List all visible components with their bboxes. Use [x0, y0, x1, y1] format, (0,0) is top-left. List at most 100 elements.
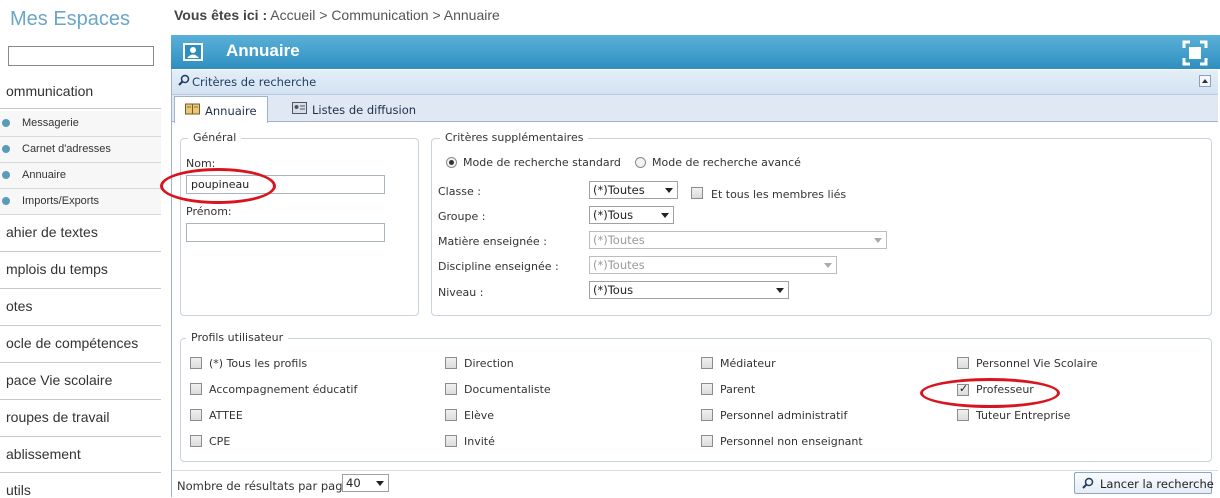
nom-input[interactable]: poupineau: [186, 175, 385, 194]
extra-criteria-legend: Critères supplémentaires: [440, 131, 589, 144]
sidebar-subitem-label: Annuaire: [22, 169, 67, 181]
profile-label: Direction: [464, 357, 514, 370]
niveau-select[interactable]: (*)Tous: [589, 281, 789, 299]
collapse-button[interactable]: [1199, 75, 1211, 87]
sidebar-item-groupes[interactable]: roupes de travail: [0, 400, 161, 437]
mode-avance-label: Mode de recherche avancé: [652, 156, 801, 169]
profile-checkbox-documentaliste[interactable]: [445, 383, 457, 395]
nom-label: Nom:: [186, 157, 216, 170]
profile-checkbox-direction[interactable]: [445, 357, 457, 369]
matiere-select[interactable]: (*)Toutes: [589, 231, 887, 249]
sidebar-item-label: utils: [6, 482, 31, 497]
sidebar-item-emplois[interactable]: mplois du temps: [0, 252, 161, 289]
profile-checkbox-eleve[interactable]: [445, 409, 457, 421]
profile-label: Tuteur Entreprise: [976, 409, 1071, 422]
profile-checkbox-attee[interactable]: [190, 409, 202, 421]
all-members-checkbox[interactable]: [691, 187, 703, 199]
groupe-select-value: (*)Tous: [593, 208, 634, 222]
launch-search-button[interactable]: Lancer la recherche: [1074, 472, 1214, 494]
profile-label: Personnel Vie Scolaire: [976, 357, 1098, 370]
bullet-icon: [2, 197, 10, 205]
sidebar: Mes Espaces ommunication Messagerie Carn…: [0, 0, 163, 497]
sidebar-subitem-imports[interactable]: Imports/Exports: [0, 189, 161, 215]
profile-checkbox-vie-scolaire[interactable]: [957, 357, 969, 369]
tab-listes-diffusion[interactable]: Listes de diffusion: [282, 96, 416, 122]
sidebar-item-etablissement[interactable]: ablissement: [0, 437, 161, 473]
sidebar-item-label: ocle de compétences: [6, 335, 139, 351]
sidebar-item-outils[interactable]: utils: [0, 473, 161, 497]
niveau-label: Niveau :: [438, 286, 484, 299]
sidebar-item-notes[interactable]: otes: [0, 289, 161, 326]
mode-standard-label: Mode de recherche standard: [463, 156, 621, 169]
dropdown-arrow-icon: [661, 213, 669, 218]
profile-checkbox-cpe[interactable]: [190, 435, 202, 447]
profile-label: Elève: [464, 409, 495, 422]
maximize-icon[interactable]: [1182, 40, 1208, 66]
results-per-page-value: 40: [346, 476, 361, 490]
profile-checkbox-professeur[interactable]: [957, 382, 969, 396]
discipline-select[interactable]: (*)Toutes: [589, 256, 837, 274]
matiere-label: Matière enseignée :: [438, 235, 547, 248]
mode-standard-radio[interactable]: [446, 157, 457, 168]
breadcrumb-path[interactable]: Accueil > Communication > Annuaire: [270, 7, 500, 23]
sidebar-subitem-label: Imports/Exports: [22, 195, 100, 207]
profile-checkbox-non-enseignant[interactable]: [701, 435, 713, 447]
panel-titlebar: [171, 35, 1220, 69]
profiles-legend: Profils utilisateur: [186, 331, 289, 344]
sidebar-subitem-messagerie[interactable]: Messagerie: [0, 111, 161, 137]
breadcrumb: Vous êtes ici : Accueil > Communication …: [174, 7, 500, 23]
prenom-input[interactable]: [186, 223, 385, 242]
sidebar-item-vie-scolaire[interactable]: pace Vie scolaire: [0, 363, 161, 400]
results-per-page-select[interactable]: 40: [342, 474, 389, 492]
dropdown-arrow-icon: [665, 188, 673, 193]
profile-checkbox-administratif[interactable]: [701, 409, 713, 421]
tab-label: Annuaire: [205, 104, 257, 118]
discipline-select-value: (*)Toutes: [593, 258, 645, 272]
profile-checkbox-invite[interactable]: [445, 435, 457, 447]
sidebar-subitem-label: Messagerie: [22, 117, 79, 129]
criteria-title: Critères de recherche: [192, 75, 317, 89]
profile-label: Personnel administratif: [720, 409, 848, 422]
groupe-label: Groupe :: [438, 210, 486, 223]
distribution-list-icon: [292, 102, 307, 114]
sidebar-subitem-label: Carnet d'adresses: [22, 143, 111, 155]
profile-checkbox-tous[interactable]: [190, 357, 202, 369]
general-legend: Général: [188, 131, 242, 144]
search-icon: [1082, 477, 1094, 489]
classe-select[interactable]: (*)Toutes: [589, 181, 678, 199]
profile-checkbox-accompagnement[interactable]: [190, 383, 202, 395]
sidebar-item-label: otes: [6, 298, 33, 314]
profile-label: Invité: [464, 435, 495, 448]
dropdown-arrow-icon: [776, 288, 784, 293]
sidebar-subitem-carnet[interactable]: Carnet d'adresses: [0, 137, 161, 163]
book-icon: [185, 103, 200, 115]
sidebar-search-input[interactable]: [8, 46, 154, 66]
criteria-bar: [172, 70, 1218, 95]
sidebar-item-cahier[interactable]: ahier de textes: [0, 215, 161, 252]
sidebar-subitem-annuaire[interactable]: Annuaire: [0, 163, 161, 189]
all-members-label: Et tous les membres liés: [711, 188, 847, 201]
tab-annuaire[interactable]: Annuaire: [174, 96, 268, 123]
sidebar-item-label: pace Vie scolaire: [6, 372, 113, 388]
sidebar-item-label: mplois du temps: [6, 261, 108, 277]
matiere-select-value: (*)Toutes: [593, 233, 645, 247]
sidebar-item-communication[interactable]: ommunication: [0, 72, 161, 109]
results-per-page-label: Nombre de résultats par page :: [177, 479, 358, 493]
sidebar-title: Mes Espaces: [10, 8, 131, 30]
profile-label: Professeur: [976, 383, 1034, 396]
profile-checkbox-parent[interactable]: [701, 383, 713, 395]
sidebar-item-socle[interactable]: ocle de compétences: [0, 326, 161, 363]
bullet-icon: [2, 145, 10, 153]
mode-avance-radio[interactable]: [635, 157, 646, 168]
discipline-label: Discipline enseignée :: [438, 260, 559, 273]
niveau-select-value: (*)Tous: [593, 283, 634, 297]
profile-label: Médiateur: [720, 357, 776, 370]
profile-checkbox-mediateur[interactable]: [701, 357, 713, 369]
profile-checkbox-tuteur[interactable]: [957, 409, 969, 421]
breadcrumb-prefix: Vous êtes ici :: [174, 7, 268, 23]
search-icon: [178, 74, 190, 86]
sidebar-item-label: ablissement: [6, 446, 81, 462]
groupe-select[interactable]: (*)Tous: [589, 206, 674, 224]
profile-label: (*) Tous les profils: [209, 357, 308, 370]
profile-label: Accompagnement éducatif: [209, 383, 358, 396]
